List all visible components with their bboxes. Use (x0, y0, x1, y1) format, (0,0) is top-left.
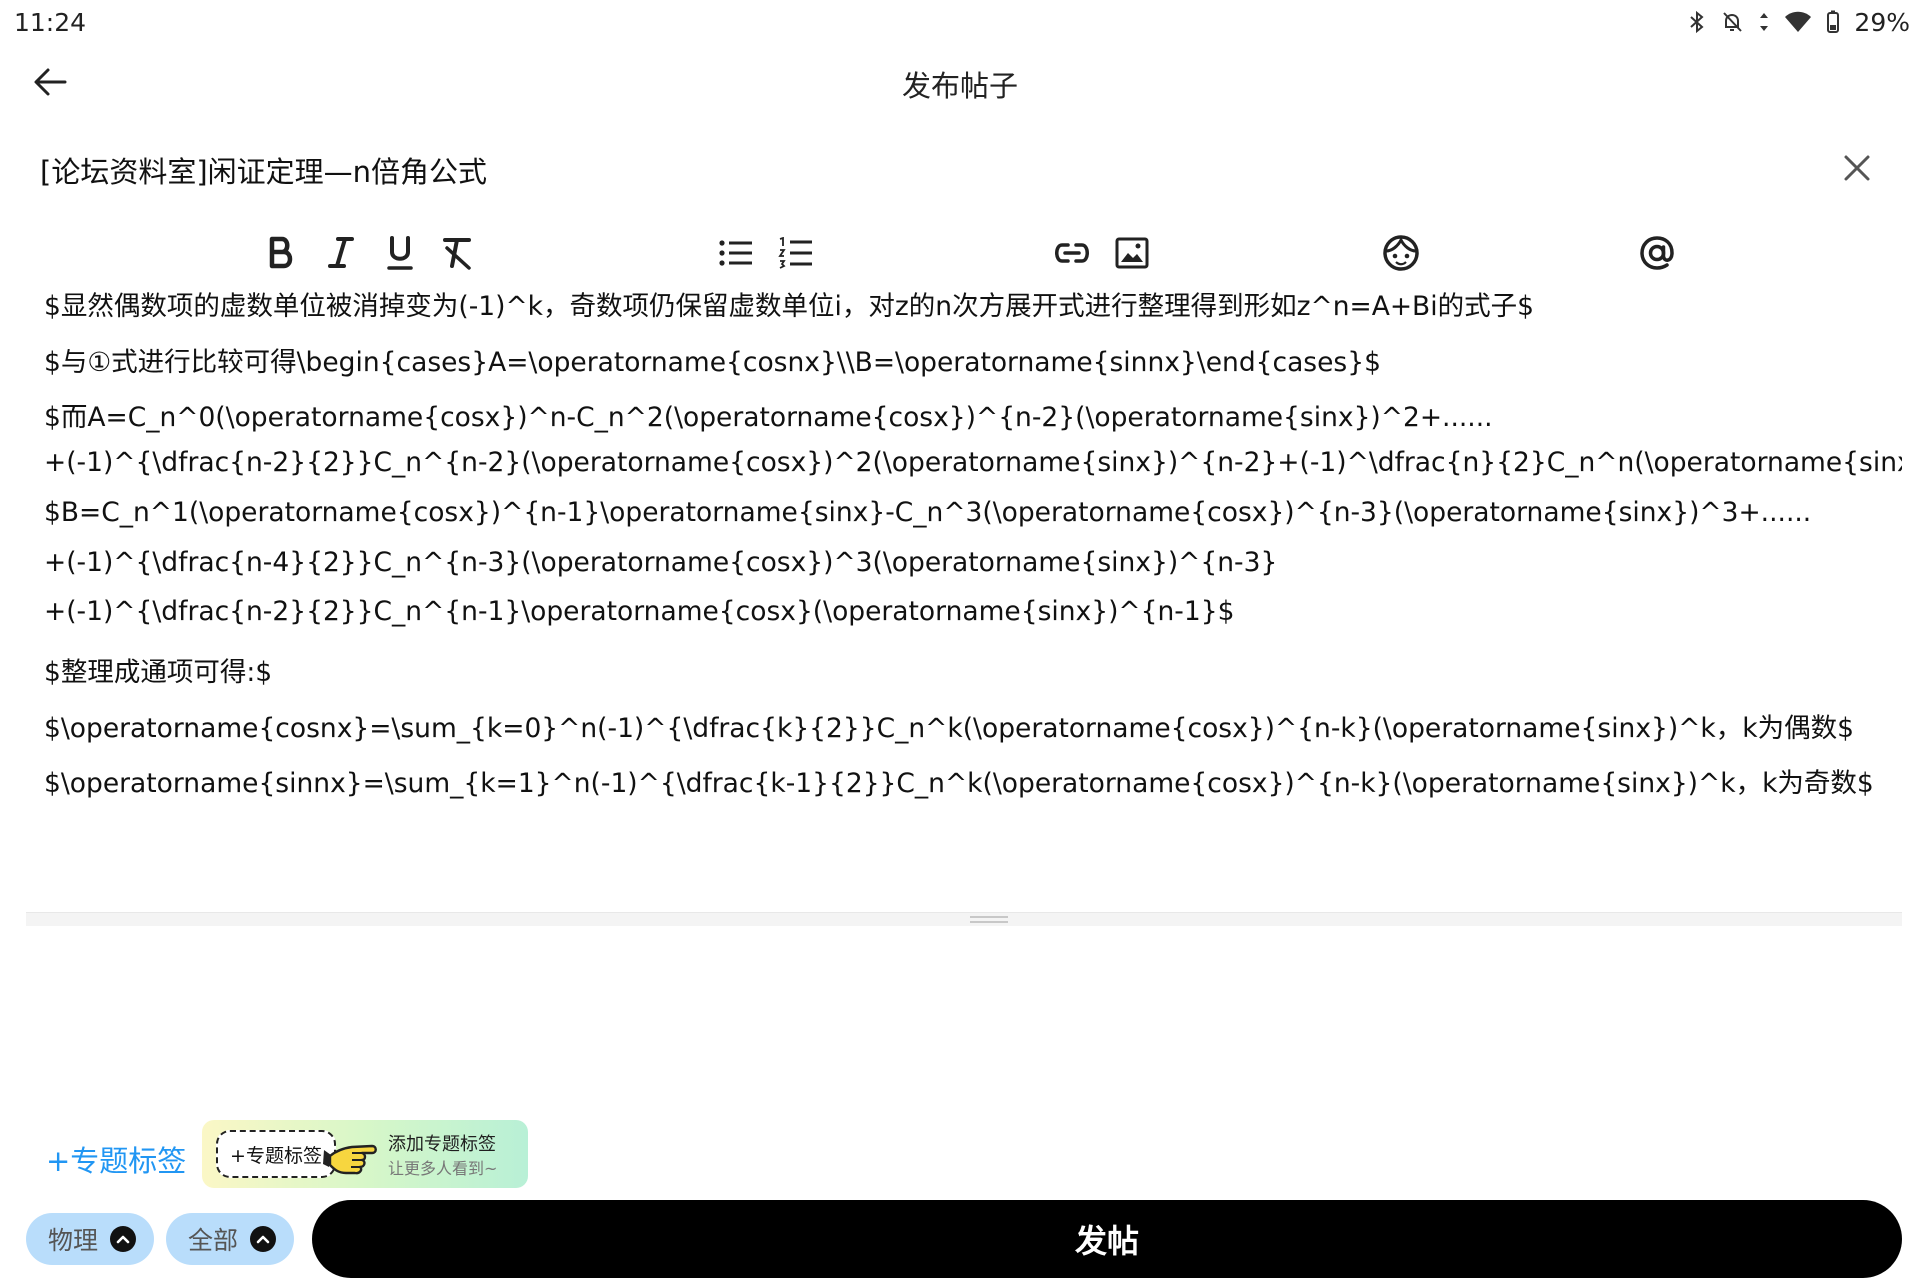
content-line: $\operatorname{cosnx}=\sum_{k=0}^n(-1)^{… (44, 713, 1854, 744)
content-line: $与①式进行比较可得\begin{cases}A=\operatorname{c… (44, 347, 1381, 378)
italic-button[interactable] (316, 228, 366, 278)
bullet-list-icon (718, 238, 754, 268)
content-line: +(-1)^{\dfrac{n-4}{2}}C_n^{n-3}(\operato… (44, 547, 1278, 578)
chevron-up-icon (250, 1226, 277, 1252)
bold-button[interactable] (256, 228, 306, 278)
title-row (40, 145, 1880, 195)
clear-format-button[interactable] (433, 228, 483, 278)
category-selector[interactable]: 物理 (26, 1213, 154, 1265)
bold-icon (266, 236, 296, 270)
post-content-editor[interactable]: $显然偶数项的虚数单位被消掉变为(-1)^k，奇数项仍保留虚数单位i，对z的n次… (26, 288, 1902, 912)
scope-selector[interactable]: 全部 (166, 1213, 294, 1265)
clear-title-button[interactable] (1834, 147, 1880, 193)
battery-percent: 29% (1854, 7, 1910, 37)
content-line: $显然偶数项的虚数单位被消掉变为(-1)^k，奇数项仍保留虚数单位i，对z的n次… (44, 291, 1534, 322)
numbered-list-button[interactable] (771, 228, 821, 278)
page-title: 发布帖子 (901, 69, 1018, 103)
category-label: 物理 (48, 1226, 99, 1255)
status-bar: 11:24 29% (0, 0, 1920, 44)
content-line: $整理成通项可得:$ (44, 657, 273, 688)
italic-icon (326, 236, 356, 270)
link-button[interactable] (1047, 228, 1097, 278)
content-line: +(-1)^{\dfrac{n-2}{2}}C_n^{n-1}\operator… (44, 596, 1235, 627)
promo-tag-chip: +专题标签 (216, 1130, 336, 1178)
notifications-off-icon (1720, 10, 1744, 34)
data-arrows-icon (1758, 10, 1770, 34)
content-line: +(-1)^{\dfrac{n-2}{2}}C_n^{n-2}(\operato… (44, 447, 1902, 478)
bluetooth-icon (1688, 10, 1706, 34)
image-button[interactable] (1107, 228, 1157, 278)
mention-icon (1638, 234, 1676, 272)
content-line: $B=C_n^1(\operatorname{cosx})^{n-1}\oper… (44, 497, 1812, 528)
post-title-input[interactable] (40, 145, 1800, 195)
drag-grip-icon (970, 916, 1008, 923)
underline-button[interactable] (375, 228, 425, 278)
status-time: 11:24 (14, 8, 87, 37)
topic-tag-promo-banner[interactable]: +专题标签 添加专题标签 让更多人看到~ (202, 1120, 528, 1188)
link-icon (1053, 241, 1091, 265)
editor-resize-handle[interactable] (26, 912, 1902, 926)
clear-format-icon (441, 236, 475, 270)
close-icon (1842, 153, 1872, 187)
add-topic-tag-link[interactable]: +专题标签 (46, 1138, 186, 1180)
mention-button[interactable] (1632, 228, 1682, 278)
image-icon (1115, 237, 1149, 269)
numbered-list-icon (778, 237, 814, 269)
emoji-icon (1382, 234, 1420, 272)
post-editor-screen: 11:24 29% 发布帖子 [论坛资料室]闲证定理—n倍角公式 $显然偶数项的… (0, 0, 1920, 1280)
underline-icon (385, 235, 415, 271)
promo-subtitle: 让更多人看到~ (388, 1159, 498, 1178)
scope-label: 全部 (188, 1226, 239, 1255)
pointing-hand-icon (322, 1134, 386, 1178)
status-icons: 29% (1688, 6, 1910, 38)
publish-button[interactable]: 发帖 (312, 1200, 1902, 1278)
content-line: $\operatorname{sinnx}=\sum_{k=1}^n(-1)^{… (44, 768, 1874, 799)
promo-title: 添加专题标签 (388, 1134, 496, 1155)
wifi-icon (1784, 10, 1812, 34)
battery-icon (1826, 10, 1840, 34)
bullet-list-button[interactable] (711, 228, 761, 278)
emoji-button[interactable] (1376, 228, 1426, 278)
content-line: $而A=C_n^0(\operatorname{cosx})^n-C_n^2(\… (44, 402, 1493, 433)
chevron-up-icon (110, 1226, 137, 1252)
